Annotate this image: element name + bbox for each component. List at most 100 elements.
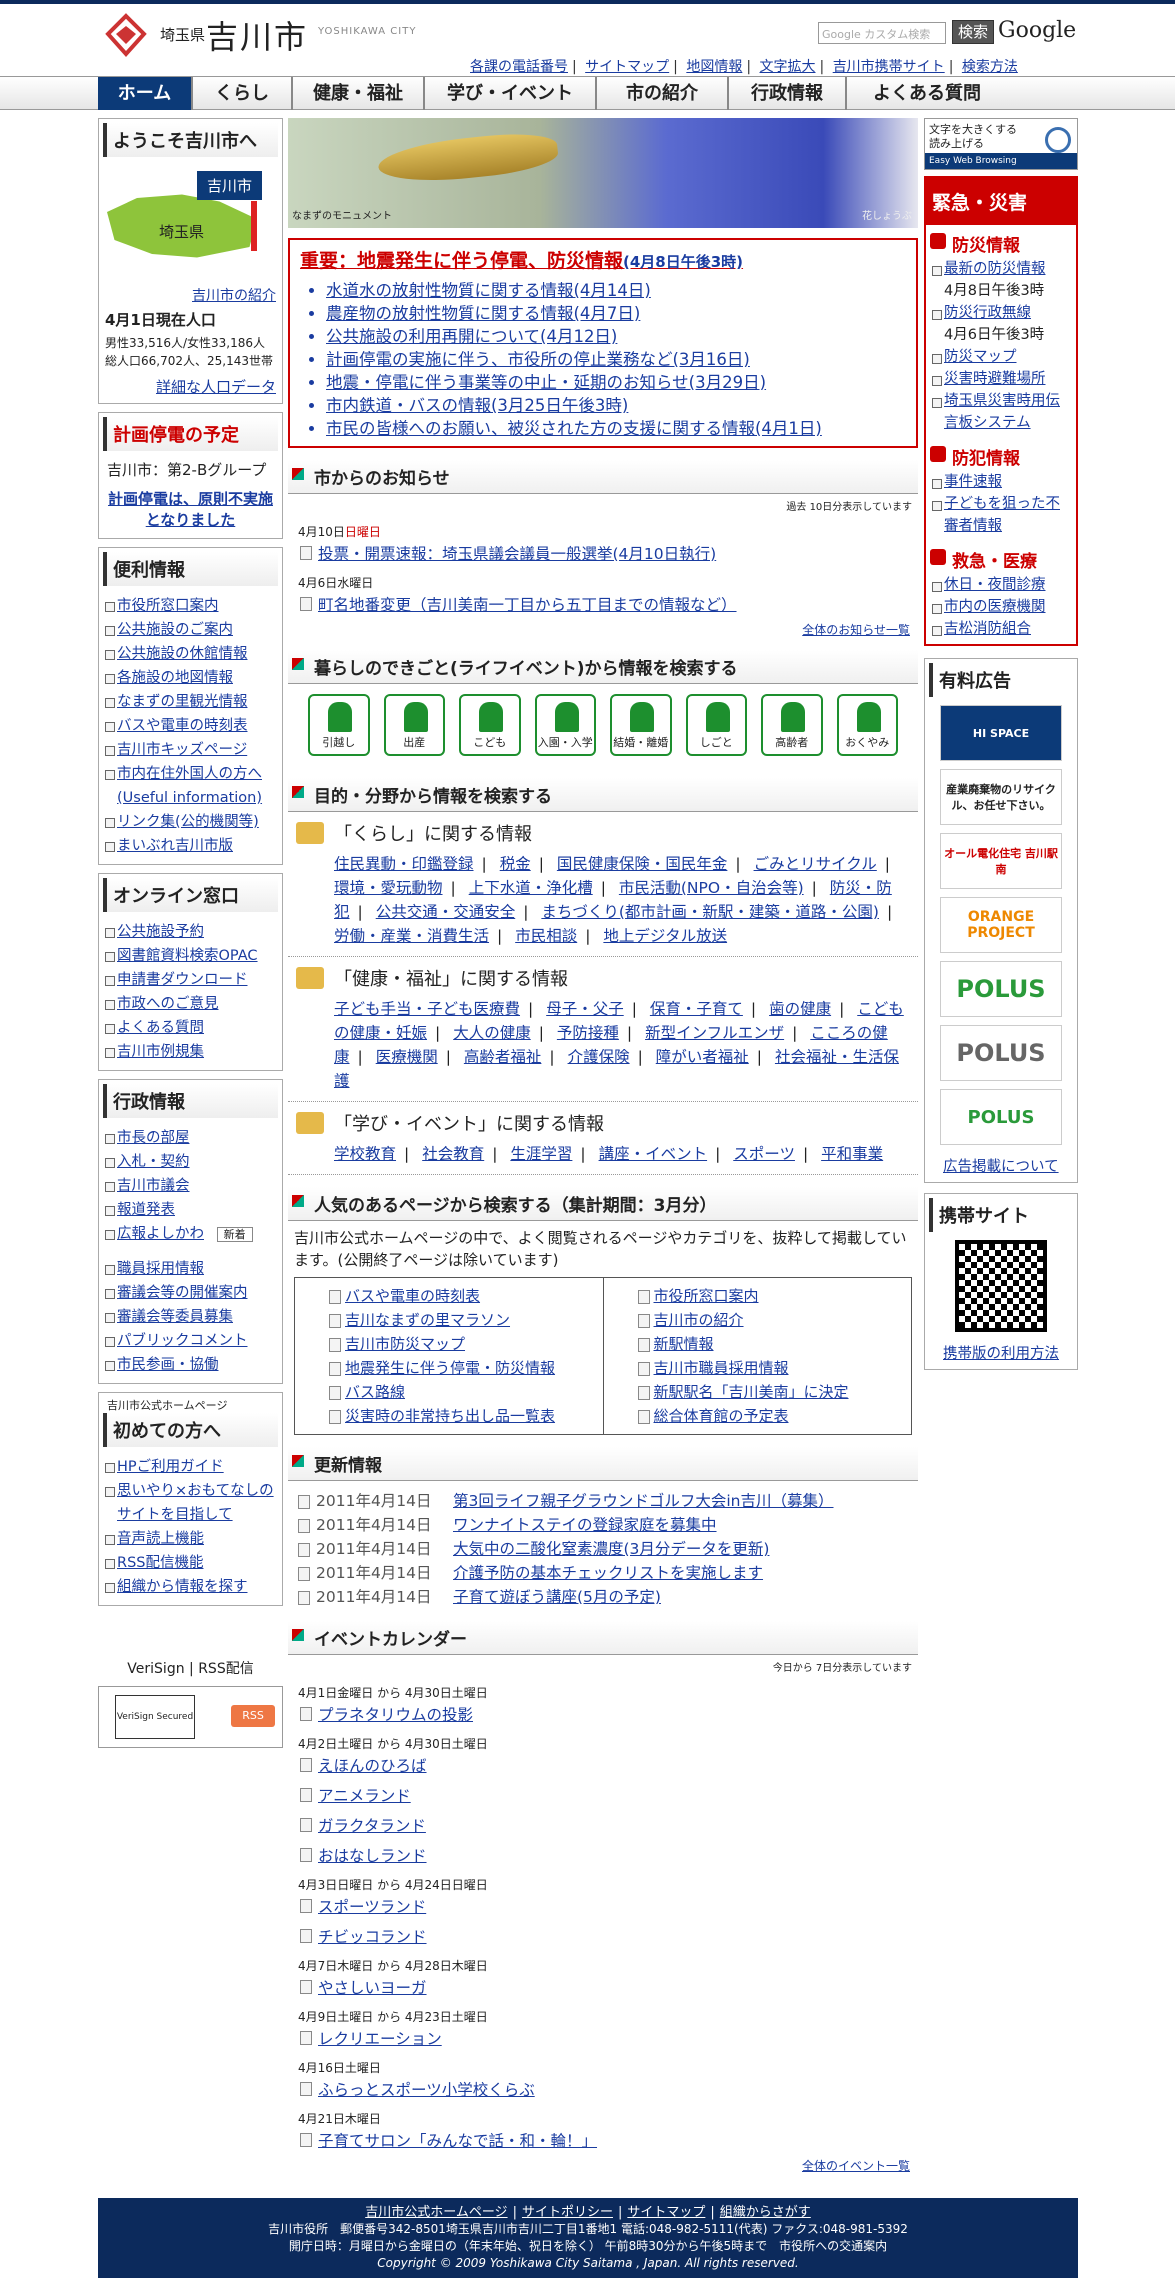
cat-link[interactable]: 社会教育 bbox=[422, 1145, 484, 1163]
cat-link[interactable]: 市民相談 bbox=[515, 927, 577, 945]
bohan-item[interactable]: 事件速報 bbox=[932, 471, 1072, 493]
conv-item[interactable]: 公共施設の休館情報 bbox=[105, 642, 278, 666]
nav-health[interactable]: 健康・福祉 bbox=[293, 77, 425, 110]
nav-intro[interactable]: 市の紹介 bbox=[597, 77, 729, 110]
mobile-usage-link[interactable]: 携帯版の利用方法 bbox=[925, 1340, 1077, 1369]
admin-item[interactable]: 職員採用情報 bbox=[105, 1257, 278, 1281]
important-item[interactable]: 農産物の放射性物質に関する情報(4月7日) bbox=[326, 302, 906, 325]
event-link[interactable]: レクリエーション bbox=[288, 2027, 918, 2049]
life-condolence-icon[interactable]: おくやみ bbox=[836, 694, 898, 756]
event-link[interactable]: スポーツランド bbox=[288, 1895, 918, 1917]
important-item[interactable]: 市内鉄道・バスの情報(3月25日午後3時) bbox=[326, 394, 906, 417]
online-item[interactable]: 市政へのご意見 bbox=[105, 992, 278, 1016]
news-more-link[interactable]: 全体のお知らせ一覧 bbox=[296, 621, 910, 638]
bosai-item[interactable]: 最新の防災情報 bbox=[932, 258, 1072, 280]
event-link[interactable]: プラネタリウムの投影 bbox=[288, 1703, 918, 1725]
verisign-logo[interactable]: VeriSign Secured bbox=[115, 1695, 195, 1739]
popular-link[interactable]: 地震発生に伴う停電・防災情報 bbox=[329, 1356, 599, 1380]
city-emblem-icon[interactable] bbox=[100, 12, 152, 58]
cat-link[interactable]: ごみとリサイクル bbox=[754, 855, 877, 873]
bohan-item[interactable]: 子どもを狙った不審者情報 bbox=[932, 493, 1072, 537]
nav-learning[interactable]: 学び・イベント bbox=[425, 77, 597, 110]
cat-link[interactable]: 住民異動・印鑑登録 bbox=[334, 855, 474, 873]
cat-link[interactable]: スポーツ bbox=[733, 1145, 795, 1163]
popular-link[interactable]: 災害時の非常持ち出し品一覧表 bbox=[329, 1404, 599, 1428]
cat-link[interactable]: 地上デジタル放送 bbox=[603, 927, 727, 945]
search-button[interactable]: 検索 bbox=[952, 20, 994, 44]
life-moving-icon[interactable]: 引越し bbox=[308, 694, 370, 756]
ad-banner[interactable]: POLUS bbox=[940, 1089, 1062, 1145]
cat-link[interactable]: 大人の健康 bbox=[453, 1024, 531, 1042]
important-item[interactable]: 地震・停電に伴う事業等の中止・延期のお知らせ(3月29日) bbox=[326, 371, 906, 394]
life-work-icon[interactable]: しごと bbox=[685, 694, 747, 756]
admin-item[interactable]: 市長の部屋 bbox=[105, 1126, 278, 1150]
event-link[interactable]: えほんのひろば bbox=[288, 1754, 918, 1776]
footer-link[interactable]: 組織からさがす bbox=[720, 2205, 811, 2220]
conv-item[interactable]: なまずの里観光情報 bbox=[105, 690, 278, 714]
cat-link[interactable]: 医療機関 bbox=[376, 1048, 438, 1066]
online-item[interactable]: 申請書ダウンロード bbox=[105, 968, 278, 992]
nav-faq[interactable]: よくある質問 bbox=[847, 77, 1007, 110]
cat-link[interactable]: 介護保険 bbox=[568, 1048, 630, 1066]
footer-link[interactable]: 吉川市公式ホームページ bbox=[365, 2205, 507, 2220]
cat-link[interactable]: まちづくり(都市計画・新駅・建築・道路・公園) bbox=[541, 903, 879, 921]
ad-banner[interactable]: HI SPACE bbox=[940, 705, 1062, 761]
conv-item[interactable]: 各施設の地図情報 bbox=[105, 666, 278, 690]
cat-link[interactable]: 子ども手当・子ども医療費 bbox=[334, 1000, 520, 1018]
online-item[interactable]: よくある質問 bbox=[105, 1016, 278, 1040]
popular-link[interactable]: 新駅駅名「吉川美南」に決定 bbox=[637, 1380, 908, 1404]
first-item[interactable]: 思いやり×おもてなしのサイトを目指して bbox=[105, 1479, 278, 1527]
conv-item[interactable]: 市内在住外国人の方へ(Useful information) bbox=[105, 762, 278, 810]
update-link[interactable]: 大気中の二酸化窒素濃度(3月分データを更新) bbox=[453, 1537, 769, 1561]
cat-link[interactable]: 公共交通・交通安全 bbox=[376, 903, 516, 921]
util-textsize-link[interactable]: 文字拡大 bbox=[760, 59, 816, 75]
easy-web-browsing-banner[interactable]: 文字を大きくする 読み上げる Easy Web Browsing bbox=[924, 118, 1078, 170]
nav-kurashi[interactable]: くらし bbox=[193, 77, 293, 110]
nav-home[interactable]: ホーム bbox=[98, 77, 193, 110]
ad-banner[interactable]: ORANGE PROJECT bbox=[940, 897, 1062, 953]
event-link[interactable]: チビッコランド bbox=[288, 1925, 918, 1947]
event-link[interactable]: ふらっとスポーツ小学校くらぶ bbox=[288, 2078, 918, 2100]
popular-link[interactable]: 吉川市職員採用情報 bbox=[637, 1356, 908, 1380]
cat-link[interactable]: 税金 bbox=[500, 855, 531, 873]
rss-button[interactable]: RSS bbox=[231, 1705, 275, 1727]
cat-link[interactable]: 高齢者福祉 bbox=[464, 1048, 542, 1066]
event-link[interactable]: アニメランド bbox=[288, 1784, 918, 1806]
update-link[interactable]: 子育て遊ぼう講座(5月の予定) bbox=[453, 1585, 661, 1609]
ads-info-link[interactable]: 広告掲載について bbox=[925, 1153, 1077, 1182]
life-school-icon[interactable]: 入園・入学 bbox=[534, 694, 596, 756]
bosai-item[interactable]: 防災マップ bbox=[932, 346, 1072, 368]
life-elderly-icon[interactable]: 高齢者 bbox=[761, 694, 823, 756]
important-title[interactable]: 重要：地震発生に伴う停電、防災情報(4月8日午後3時) bbox=[300, 246, 906, 273]
outage-note-link[interactable]: 計画停電は、原則不実施となりました bbox=[99, 484, 282, 538]
conv-item[interactable]: まいぶれ吉川市版 bbox=[105, 834, 278, 858]
life-marriage-icon[interactable]: 結婚・離婚 bbox=[610, 694, 672, 756]
admin-item[interactable]: 審議会等委員募集 bbox=[105, 1305, 278, 1329]
event-link[interactable]: おはなしランド bbox=[288, 1844, 918, 1866]
bosai-item[interactable]: 防災行政無線 bbox=[932, 302, 1072, 324]
cat-link[interactable]: 労働・産業・消費生活 bbox=[334, 927, 489, 945]
admin-item[interactable]: 吉川市議会 bbox=[105, 1174, 278, 1198]
online-item[interactable]: 図書館資料検索OPAC bbox=[105, 944, 278, 968]
popular-link[interactable]: 新駅情報 bbox=[637, 1332, 908, 1356]
bosai-item[interactable]: 災害時避難場所 bbox=[932, 368, 1072, 390]
city-name[interactable]: 吉川市 bbox=[206, 12, 308, 58]
footer-link[interactable]: サイトマップ bbox=[627, 2205, 705, 2220]
cat-link[interactable]: 予防接種 bbox=[557, 1024, 619, 1042]
important-title-text[interactable]: 重要：地震発生に伴う停電、防災情報 bbox=[300, 250, 623, 272]
update-link[interactable]: 介護予防の基本チェックリストを実施します bbox=[453, 1561, 763, 1585]
important-item[interactable]: 市民の皆様へのお願い、被災された方の支援に関する情報(4月1日) bbox=[326, 417, 906, 440]
important-date[interactable]: (4月8日午後3時) bbox=[623, 253, 743, 271]
util-mobile-link[interactable]: 吉川市携帯サイト bbox=[833, 59, 945, 75]
popular-link[interactable]: バス路線 bbox=[329, 1380, 599, 1404]
online-item[interactable]: 公共施設予約 bbox=[105, 920, 278, 944]
cat-link[interactable]: 新型インフルエンザ bbox=[645, 1024, 784, 1042]
event-link[interactable]: 子育てサロン「みんなで話・和・輪！」 bbox=[288, 2129, 918, 2151]
first-item[interactable]: HPご利用ガイド bbox=[105, 1455, 278, 1479]
search-input[interactable]: Google カスタム検索 bbox=[818, 22, 946, 44]
admin-item[interactable]: 審議会等の開催案内 bbox=[105, 1281, 278, 1305]
population-detail-link[interactable]: 詳細な人口データ bbox=[156, 378, 276, 396]
cat-link[interactable]: 環境・愛玩動物 bbox=[334, 879, 443, 897]
util-sitemap-link[interactable]: サイトマップ bbox=[585, 59, 669, 75]
cat-link[interactable]: 生涯学習 bbox=[510, 1145, 572, 1163]
